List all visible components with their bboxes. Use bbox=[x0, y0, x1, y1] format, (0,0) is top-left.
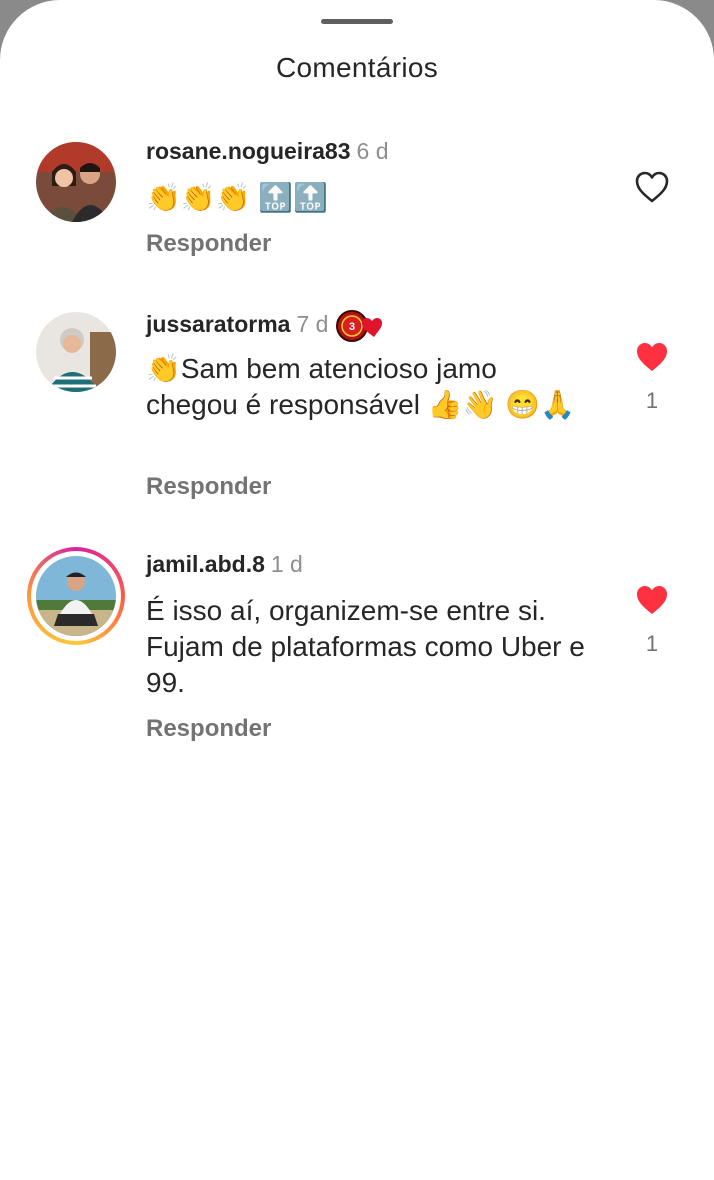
comment-meta: rosane.nogueira83 6 d bbox=[146, 138, 389, 165]
heart-icon bbox=[637, 586, 667, 614]
avatar-image bbox=[36, 556, 116, 636]
reply-button[interactable]: Responder bbox=[146, 715, 271, 743]
comments-sheet: Comentários rosane.nogueira83 6 d 👏👏👏 🔝🔝… bbox=[0, 0, 714, 1180]
avatar-image bbox=[36, 312, 116, 392]
heart-icon bbox=[635, 171, 669, 203]
comment-meta: jussaratorma 7 d 3 bbox=[146, 309, 386, 343]
sheet-title: Comentários bbox=[275, 52, 439, 83]
username[interactable]: jamil.abd.8 bbox=[146, 551, 265, 577]
avatar[interactable] bbox=[36, 312, 116, 392]
like-button[interactable]: 1 bbox=[632, 340, 672, 414]
reply-button[interactable]: Responder bbox=[146, 473, 271, 501]
badge-icon: 3 bbox=[334, 309, 386, 343]
username[interactable]: rosane.nogueira83 bbox=[146, 138, 351, 164]
comment-text: É isso aí, organizem-se entre si. Fujam … bbox=[146, 595, 585, 698]
reply-button[interactable]: Responder bbox=[146, 230, 271, 258]
comment-meta: jamil.abd.8 1 d bbox=[146, 551, 303, 578]
like-count: 1 bbox=[645, 631, 659, 656]
username[interactable]: jussaratorma bbox=[146, 311, 290, 337]
like-button[interactable]: 1 bbox=[632, 583, 672, 657]
like-button[interactable] bbox=[632, 170, 672, 204]
like-count: 1 bbox=[645, 388, 659, 413]
comment-text: 👏👏👏 🔝🔝 bbox=[146, 182, 329, 213]
heart-icon bbox=[637, 343, 667, 371]
avatar-image bbox=[36, 142, 116, 222]
comment-text: 👏Sam bem atencioso jamo chegou é respons… bbox=[146, 353, 575, 420]
comment-time: 6 d bbox=[356, 138, 389, 164]
story-ring[interactable] bbox=[27, 547, 125, 645]
avatar[interactable] bbox=[36, 142, 116, 222]
svg-text:3: 3 bbox=[349, 321, 355, 333]
drag-handle[interactable] bbox=[321, 19, 393, 24]
comment-time: 7 d bbox=[296, 311, 329, 338]
comment-time: 1 d bbox=[270, 551, 303, 577]
